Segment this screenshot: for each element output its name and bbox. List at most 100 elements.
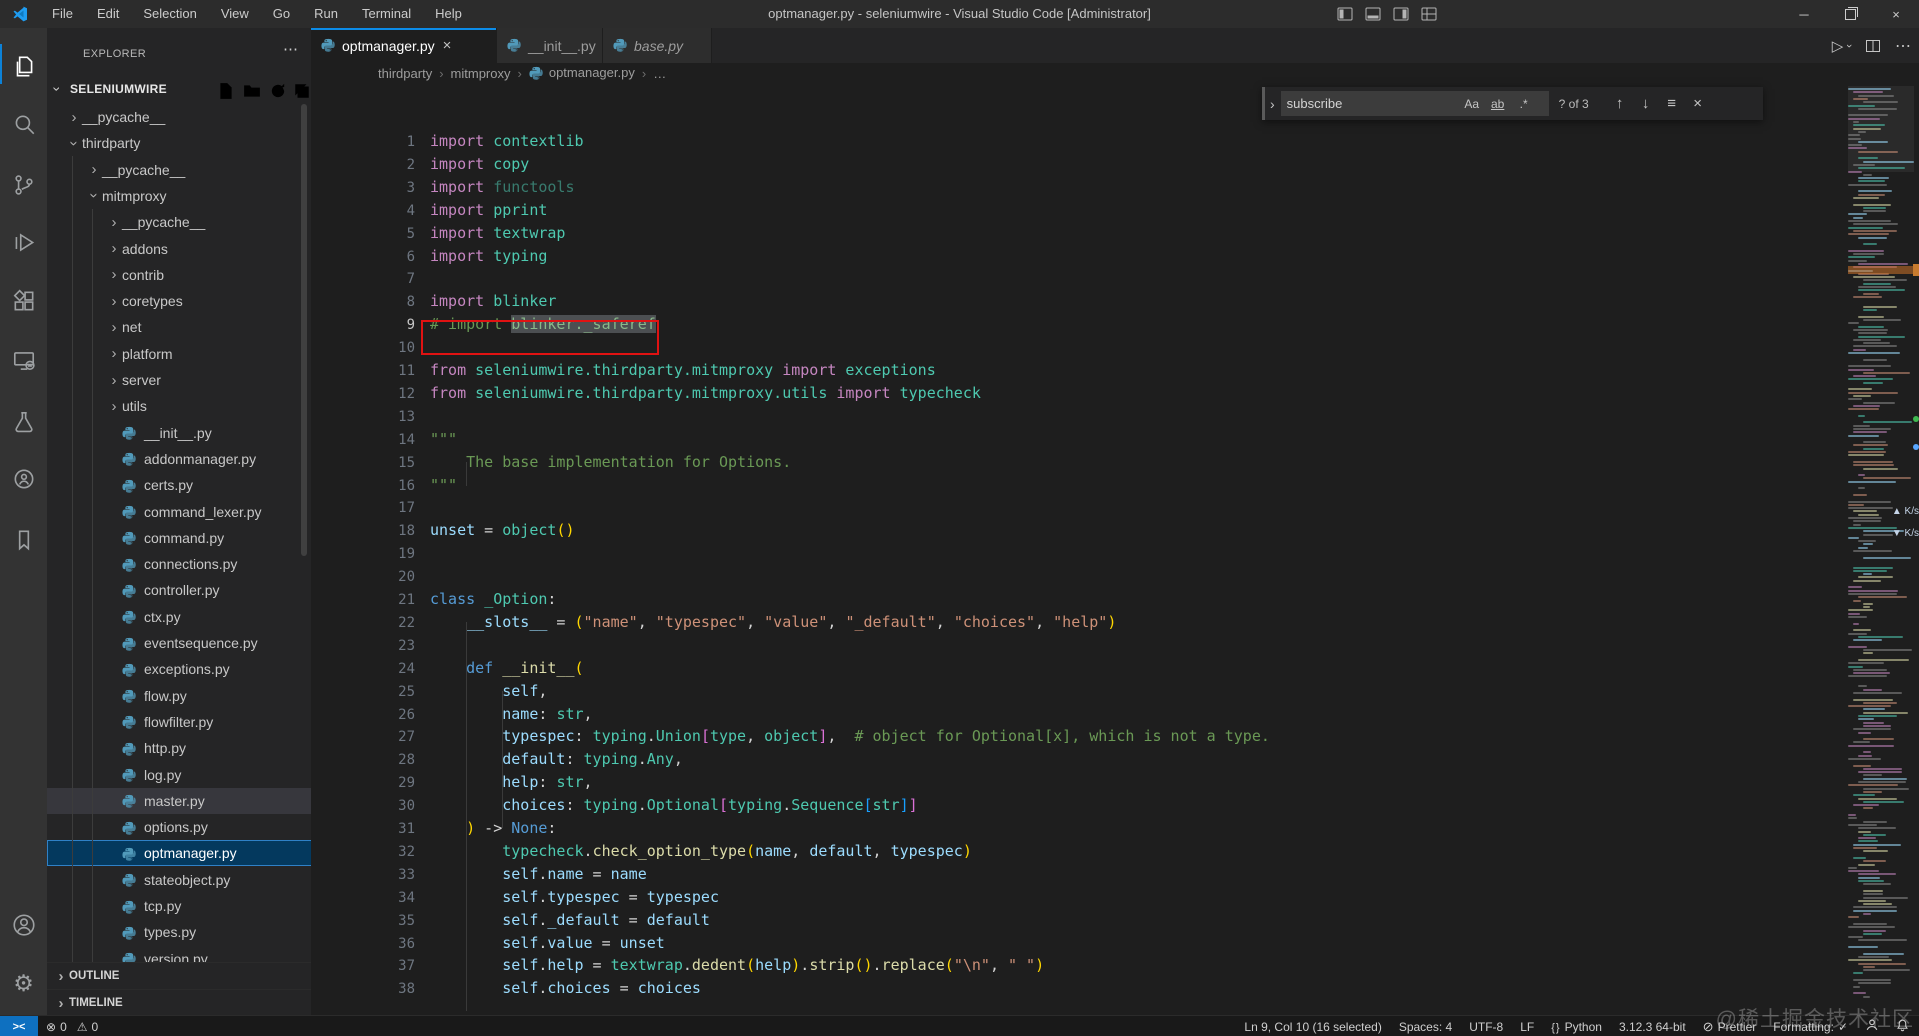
new-folder-icon[interactable] [243, 82, 261, 100]
explorer-more-actions[interactable]: ⋯ [283, 40, 298, 58]
find-widget-sash[interactable] [1262, 87, 1265, 120]
tree-item-http.py[interactable]: http.py [47, 735, 311, 761]
tree-item-flowfilter.py[interactable]: flowfilter.py [47, 709, 311, 735]
split-editor-icon[interactable] [1865, 38, 1881, 54]
next-match-icon[interactable]: ↓ [1633, 95, 1659, 112]
regex-icon[interactable]: .* [1511, 97, 1537, 111]
menu-file[interactable]: File [40, 0, 85, 28]
new-file-icon[interactable] [217, 82, 235, 100]
tree-item-command_lexer.py[interactable]: command_lexer.py [47, 499, 311, 525]
breadcrumb-item[interactable]: … [653, 66, 666, 81]
tree-item-optmanager.py[interactable]: optmanager.py [47, 840, 311, 867]
tree-item-ctx.py[interactable]: ctx.py [47, 604, 311, 630]
tree-item-thirdparty[interactable]: › thirdparty [47, 130, 311, 156]
tree-item-log.py[interactable]: log.py [47, 762, 311, 788]
menu-selection[interactable]: Selection [131, 0, 208, 28]
tree-item-mitmproxy[interactable]: › mitmproxy [47, 183, 311, 209]
breadcrumb-item[interactable]: optmanager.py [529, 65, 635, 83]
toggle-replace-chevron-icon[interactable]: › [1270, 96, 1275, 112]
settings-gear-icon[interactable]: ⚙ [0, 957, 47, 1009]
problems-status[interactable]: ⊗ 0 ⚠ 0 [46, 1016, 98, 1036]
minimap-line [1848, 104, 1875, 107]
collapse-folders-icon[interactable] [293, 82, 311, 100]
tree-item-exceptions.py[interactable]: exceptions.py [47, 656, 311, 682]
tree-item-__pycache__[interactable]: › __pycache__ [47, 209, 311, 235]
customize-layout-icon[interactable] [1420, 6, 1438, 22]
timeline-section[interactable]: › TIMELINE [47, 989, 311, 1015]
live-share-icon[interactable] [0, 453, 47, 505]
tree-item-version.py[interactable]: version.py [47, 946, 311, 962]
menu-help[interactable]: Help [423, 0, 474, 28]
tree-item-eventsequence.py[interactable]: eventsequence.py [47, 630, 311, 656]
tree-item-types.py[interactable]: types.py [47, 919, 311, 945]
run-dropdown-icon[interactable]: › [1843, 44, 1855, 48]
tree-item-flow.py[interactable]: flow.py [47, 683, 311, 709]
remote-indicator[interactable]: >< [0, 1016, 38, 1036]
sidebar-scrollbar[interactable] [301, 104, 307, 556]
bookmarks-icon[interactable] [0, 514, 47, 566]
minimap[interactable] [1848, 86, 1914, 1010]
tree-item-connections.py[interactable]: connections.py [47, 551, 311, 577]
close-tab-icon[interactable]: × [443, 37, 452, 54]
account-icon[interactable] [0, 899, 47, 951]
menu-edit[interactable]: Edit [85, 0, 131, 28]
tree-item-command.py[interactable]: command.py [47, 525, 311, 551]
code-editor[interactable]: 1 import contextlib 2 import copy 3 import fu… [311, 84, 1848, 1015]
tree-item-utils[interactable]: › utils [47, 393, 311, 419]
breadcrumb-item[interactable]: thirdparty [378, 66, 432, 81]
outline-section[interactable]: › OUTLINE [47, 962, 311, 989]
tree-item-addons[interactable]: › addons [47, 236, 311, 262]
search-icon[interactable] [0, 99, 47, 151]
source-control-icon[interactable] [0, 159, 47, 211]
status-python[interactable]: {} Python [1551, 1020, 1602, 1034]
tree-item-controller.py[interactable]: controller.py [47, 577, 311, 603]
whole-word-icon[interactable]: ab [1485, 97, 1511, 111]
tree-item-stateobject.py[interactable]: stateobject.py [47, 867, 311, 893]
tree-item-net[interactable]: › net [47, 314, 311, 340]
tree-item-certs.py[interactable]: certs.py [47, 472, 311, 498]
menu-run[interactable]: Run [302, 0, 350, 28]
menu-terminal[interactable]: Terminal [350, 0, 423, 28]
status-utf-8[interactable]: UTF-8 [1469, 1020, 1503, 1034]
menu-go[interactable]: Go [261, 0, 302, 28]
run-python-file-button[interactable]: ▷ [1832, 37, 1844, 55]
toggle-secondary-sidebar-icon[interactable] [1392, 6, 1410, 22]
tree-item-coretypes[interactable]: › coretypes [47, 288, 311, 314]
tab-base.py[interactable]: base.py [603, 28, 712, 63]
tab-__init__.py[interactable]: __init__.py [497, 28, 603, 63]
find-in-selection-icon[interactable]: ≡ [1659, 95, 1685, 112]
run-debug-icon[interactable] [0, 217, 47, 269]
breadcrumb-item[interactable]: mitmproxy [451, 66, 511, 81]
tree-item-server[interactable]: › server [47, 367, 311, 393]
tree-item-__init__.py[interactable]: __init__.py [47, 420, 311, 446]
tree-item-options.py[interactable]: options.py [47, 814, 311, 840]
close-find-icon[interactable]: × [1685, 95, 1711, 112]
toggle-panel-icon[interactable] [1364, 6, 1382, 22]
remote-explorer-icon[interactable] [0, 335, 47, 387]
status-3-12-3-64-bit[interactable]: 3.12.3 64-bit [1619, 1020, 1686, 1034]
previous-match-icon[interactable]: ↑ [1607, 95, 1633, 112]
tab-optmanager.py[interactable]: optmanager.py × [311, 28, 497, 63]
menu-view[interactable]: View [209, 0, 261, 28]
explorer-icon[interactable] [0, 41, 47, 93]
toggle-sidebar-icon[interactable] [1336, 6, 1354, 22]
tree-item-master.py[interactable]: master.py [47, 787, 311, 814]
extensions-icon[interactable] [0, 275, 47, 327]
tree-item-tcp.py[interactable]: tcp.py [47, 893, 311, 919]
find-input[interactable] [1280, 95, 1459, 112]
refresh-icon[interactable] [269, 82, 287, 100]
tree-item-contrib[interactable]: › contrib [47, 262, 311, 288]
tree-item-__pycache__[interactable]: › __pycache__ [47, 157, 311, 183]
match-case-icon[interactable]: Aa [1459, 97, 1485, 111]
tree-item-addonmanager.py[interactable]: addonmanager.py [47, 446, 311, 472]
tree-item-__pycache__[interactable]: › __pycache__ [47, 104, 311, 130]
status-ln-9-col-10-16-selected[interactable]: Ln 9, Col 10 (16 selected) [1244, 1020, 1381, 1034]
close-button[interactable]: × [1873, 0, 1919, 28]
minimize-button[interactable]: ─ [1781, 0, 1827, 28]
status-spaces-4[interactable]: Spaces: 4 [1399, 1020, 1452, 1034]
tree-item-platform[interactable]: › platform [47, 341, 311, 367]
restore-button[interactable] [1827, 0, 1873, 28]
testing-icon[interactable] [0, 396, 47, 448]
status-lf[interactable]: LF [1520, 1020, 1534, 1034]
more-actions-icon[interactable]: ⋯ [1895, 36, 1911, 56]
